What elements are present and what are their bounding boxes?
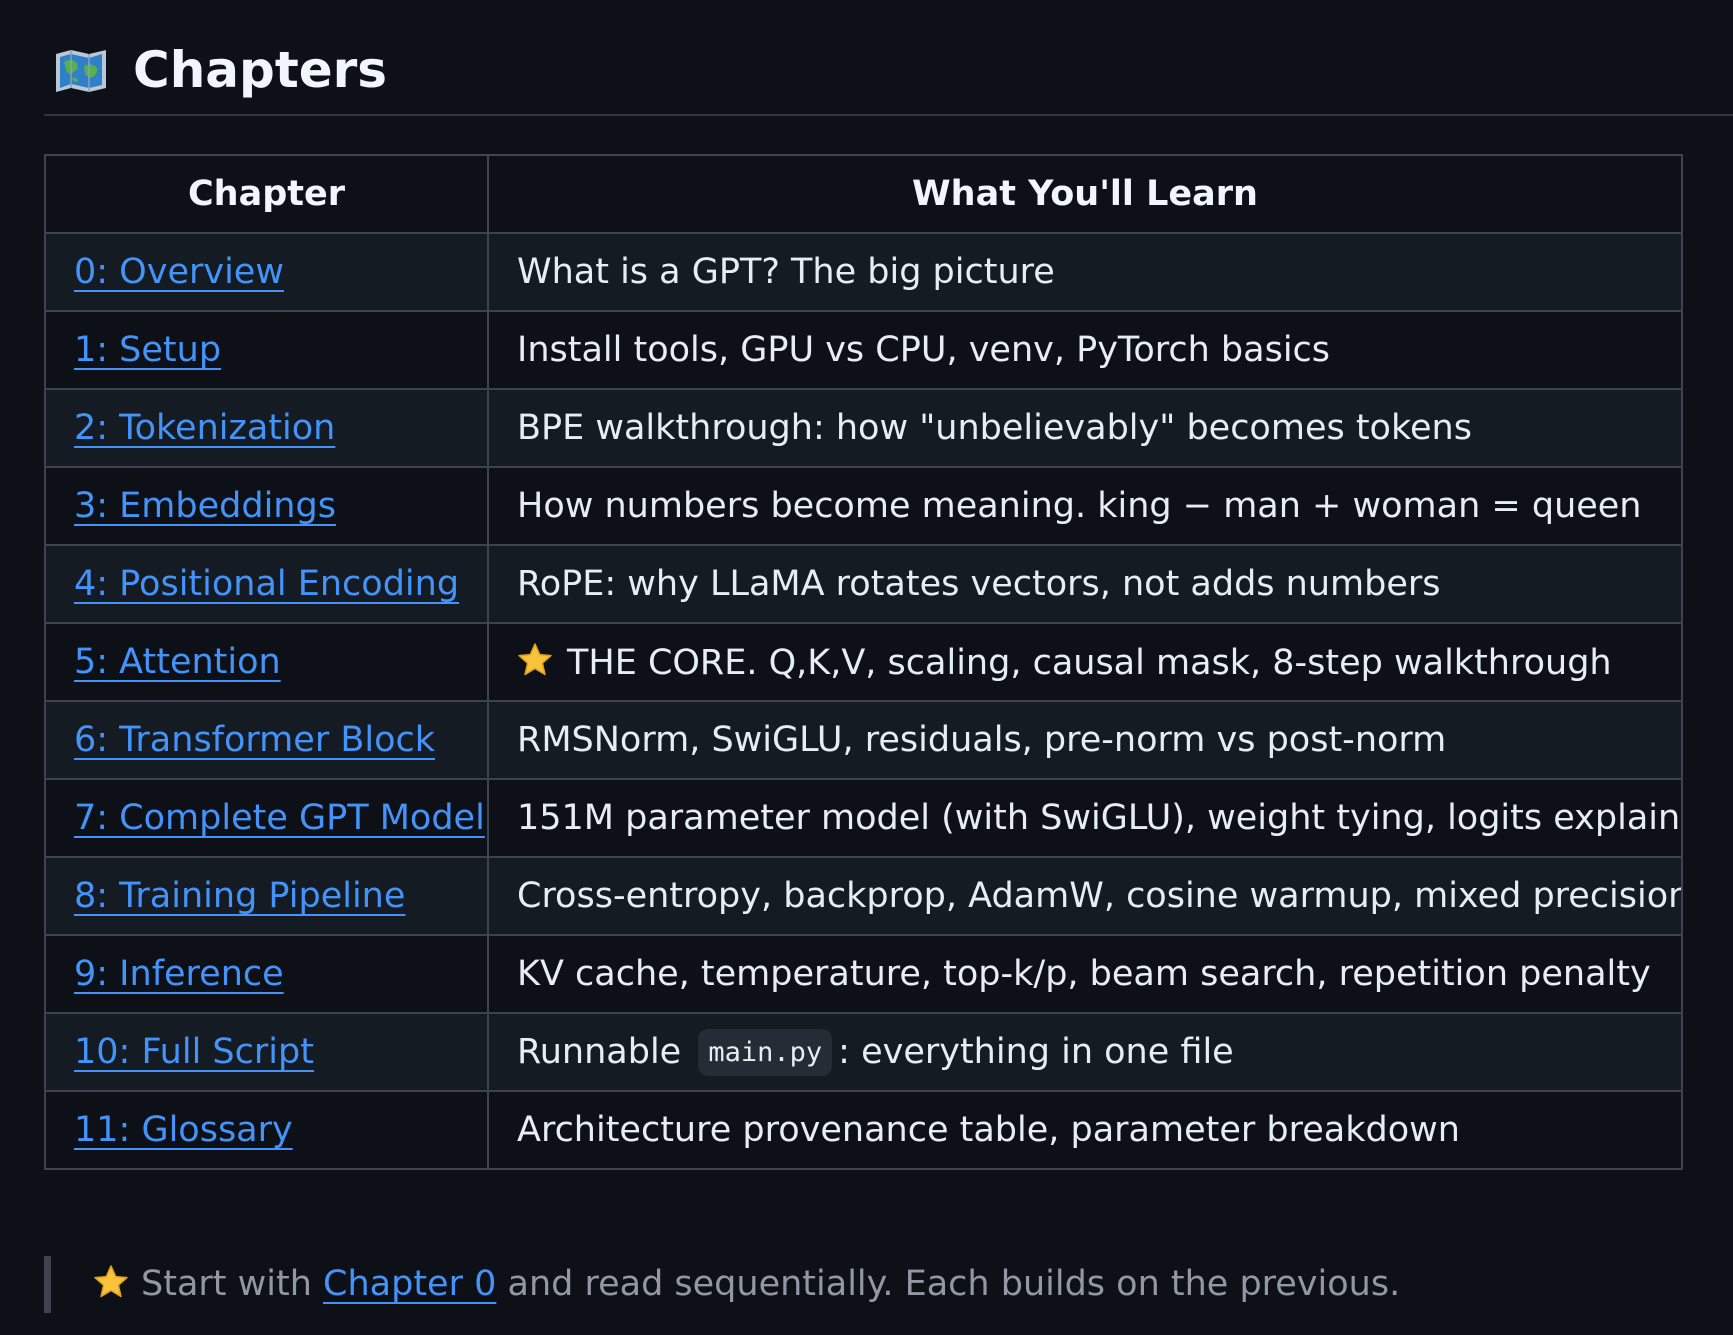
note-suffix: and read sequentially. Each builds on th… [507, 1264, 1401, 1304]
chapter-cell: 4: Positional Encoding [44, 544, 489, 624]
chapter-0-link[interactable]: Chapter 0 [323, 1264, 496, 1304]
table-row: 0: Overview What is a GPT? The big pictu… [44, 232, 1683, 312]
chapter-cell: 0: Overview [44, 232, 489, 312]
chapter-cell: 11: Glossary [44, 1090, 489, 1170]
chapter-link[interactable]: 8: Training Pipeline [74, 876, 405, 916]
chapter-cell: 8: Training Pipeline [44, 856, 489, 936]
page-title: Chapters [133, 41, 388, 99]
table-row: 8: Training Pipeline Cross-entropy, back… [44, 856, 1683, 936]
world-map-icon [56, 50, 106, 92]
learn-text-prefix: Runnable [517, 1032, 682, 1072]
table-row: 5: Attention THE CORE. Q,K,V, scaling, c… [44, 622, 1683, 702]
table-row: 9: Inference KV cache, temperature, top-… [44, 934, 1683, 1014]
learn-cell: 151M parameter model (with SwiGLU), weig… [487, 778, 1683, 858]
chapter-link[interactable]: 10: Full Script [74, 1032, 314, 1072]
learn-cell: RoPE: why LLaMA rotates vectors, not add… [487, 544, 1683, 624]
learn-text: THE CORE. Q,K,V, scaling, causal mask, 8… [567, 642, 1612, 683]
chapter-link[interactable]: 1: Setup [74, 330, 221, 370]
learn-cell: KV cache, temperature, top-k/p, beam sea… [487, 934, 1683, 1014]
chapters-table: Chapter What You'll Learn 0: Overview Wh… [44, 154, 1683, 1170]
chapter-link[interactable]: 6: Transformer Block [74, 720, 435, 760]
chapter-cell: 6: Transformer Block [44, 700, 489, 780]
table-row: 11: Glossary Architecture provenance tab… [44, 1090, 1683, 1170]
table-row: 4: Positional Encoding RoPE: why LLaMA r… [44, 544, 1683, 624]
chapter-cell: 3: Embeddings [44, 466, 489, 546]
table-row: 3: Embeddings How numbers become meaning… [44, 466, 1683, 546]
learn-cell: Cross-entropy, backprop, AdamW, cosine w… [487, 856, 1683, 936]
learn-cell: Architecture provenance table, parameter… [487, 1090, 1683, 1170]
chapter-link[interactable]: 7: Complete GPT Model [74, 798, 485, 838]
chapter-link[interactable]: 11: Glossary [74, 1110, 293, 1150]
learn-text-suffix: : everything in one file [838, 1032, 1234, 1072]
chapter-link[interactable]: 5: Attention [74, 642, 281, 682]
section-heading: Chapters [44, 30, 1733, 116]
learn-cell: RMSNorm, SwiGLU, residuals, pre-norm vs … [487, 700, 1683, 780]
chapter-cell: 9: Inference [44, 934, 489, 1014]
learn-cell: What is a GPT? The big picture [487, 232, 1683, 312]
chapter-cell: 2: Tokenization [44, 388, 489, 468]
learn-cell: THE CORE. Q,K,V, scaling, causal mask, 8… [487, 622, 1683, 702]
learn-cell: Runnable main.py: everything in one file [487, 1012, 1683, 1092]
chapter-cell: 10: Full Script [44, 1012, 489, 1092]
note-prefix: Start with [141, 1264, 312, 1304]
table-row: 1: Setup Install tools, GPU vs CPU, venv… [44, 310, 1683, 390]
inline-code: main.py [698, 1029, 833, 1076]
star-icon [518, 642, 552, 675]
chapter-link[interactable]: 2: Tokenization [74, 408, 335, 448]
chapter-cell: 1: Setup [44, 310, 489, 390]
table-header-row: Chapter What You'll Learn [44, 154, 1683, 234]
learn-cell: Install tools, GPU vs CPU, venv, PyTorch… [487, 310, 1683, 390]
table-row: 7: Complete GPT Model 151M parameter mod… [44, 778, 1683, 858]
column-header-learn: What You'll Learn [487, 154, 1683, 234]
chapter-cell: 7: Complete GPT Model [44, 778, 489, 858]
table-row: 2: Tokenization BPE walkthrough: how "un… [44, 388, 1683, 468]
chapter-cell: 5: Attention [44, 622, 489, 702]
chapter-link[interactable]: 3: Embeddings [74, 486, 336, 526]
learn-cell: BPE walkthrough: how "unbelievably" beco… [487, 388, 1683, 468]
table-row: 10: Full Script Runnable main.py: everyt… [44, 1012, 1683, 1092]
chapter-link[interactable]: 0: Overview [74, 252, 284, 292]
table-row: 6: Transformer Block RMSNorm, SwiGLU, re… [44, 700, 1683, 780]
chapter-link[interactable]: 4: Positional Encoding [74, 564, 459, 604]
column-header-chapter: Chapter [44, 154, 489, 234]
learn-cell: How numbers become meaning. king − man +… [487, 466, 1683, 546]
chapter-link[interactable]: 9: Inference [74, 954, 284, 994]
blockquote-note: Start with Chapter 0 and read sequential… [44, 1256, 1400, 1313]
star-icon [94, 1265, 128, 1298]
